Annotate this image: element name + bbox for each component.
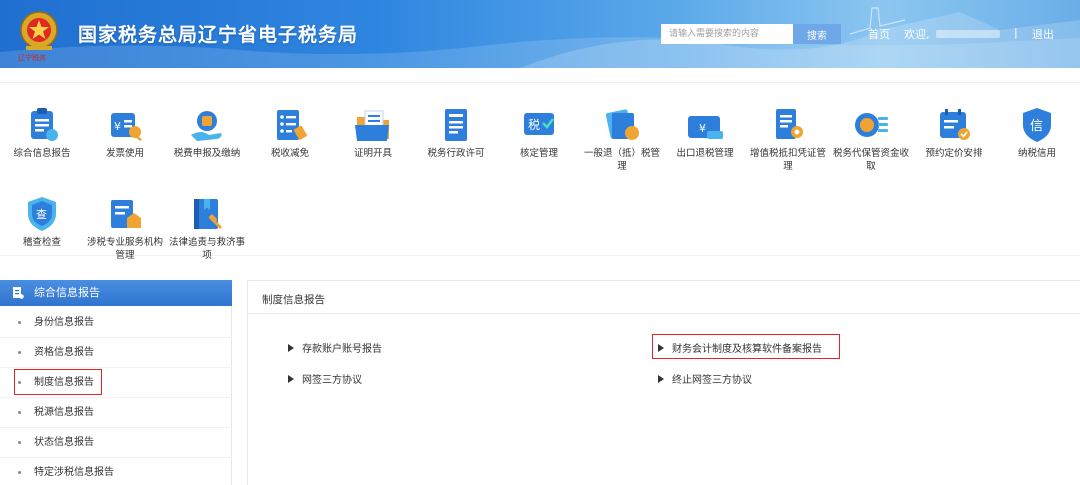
menu-label: 证明开具 [353, 148, 392, 159]
search-input[interactable] [661, 24, 793, 44]
report-doc-icon [13, 287, 24, 299]
service-agency-icon [111, 200, 141, 228]
sidebar-item-qualification-report[interactable]: 资格信息报告 [0, 338, 232, 368]
fund-custody-icon [855, 113, 888, 137]
credit-shield-icon: 信 [1023, 108, 1051, 142]
menu-item-invoice[interactable]: ¥ 发票使用 [83, 105, 167, 160]
svg-text:¥: ¥ [114, 120, 121, 133]
menu-item-tax-relief[interactable]: 税收减免 [248, 105, 332, 160]
menu-label: 涉税专业服务机构管理 [86, 237, 163, 261]
menu-label: 一般退（抵）税管理 [583, 148, 660, 172]
sidebar-item-label: 特定涉税信息报告 [34, 467, 114, 478]
site-title: 国家税务总局辽宁省电子税务局 [78, 24, 359, 46]
triangle-right-icon [288, 375, 294, 383]
menu-item-comprehensive-report[interactable]: 综合信息报告 [0, 105, 84, 160]
triangle-right-icon [658, 375, 664, 383]
content-title: 制度信息报告 [262, 294, 325, 306]
assessment-icon: 税 [524, 113, 554, 135]
menu-label: 稽查检查 [22, 237, 61, 248]
export-refund-icon: ¥ [688, 116, 723, 139]
menu-label: 综合信息报告 [13, 148, 71, 159]
vat-voucher-icon [776, 109, 803, 139]
menu-label: 法律追责与救济事项 [168, 237, 245, 261]
link-label: 存款账户账号报告 [302, 344, 382, 355]
menu-label: 税务代保管资金收取 [832, 148, 909, 172]
sidebar-item-label: 身份信息报告 [34, 317, 94, 328]
svg-text:信: 信 [1030, 119, 1043, 134]
link-label: 终止网签三方协议 [672, 375, 752, 386]
invoice-icon: ¥ [111, 113, 142, 142]
menu-item-vat-voucher[interactable]: 增值税抵扣凭证管理 [746, 105, 830, 173]
menu-label: 增值税抵扣凭证管理 [749, 148, 826, 172]
site-header: 辽宁税务 国家税务总局辽宁省电子税务局 搜索 首页 欢迎, | 退出 [0, 0, 1080, 68]
menu-label: 核定管理 [519, 148, 558, 159]
sidebar-item-tax-source-report[interactable]: 税源信息报告 [0, 398, 232, 428]
pricing-calendar-icon [940, 109, 970, 140]
home-link[interactable]: 首页 [868, 26, 890, 42]
svg-text:税: 税 [528, 118, 540, 132]
menu-item-legal-remedy[interactable]: 法律追责与救济事项 [165, 194, 249, 262]
menu-label: 税务行政许可 [427, 148, 485, 159]
menu-item-admin-license[interactable]: 税务行政许可 [414, 105, 498, 160]
menu-item-service-agency[interactable]: 涉税专业服务机构管理 [83, 194, 167, 262]
menu-label: 出口退税管理 [676, 148, 734, 159]
bullet-icon [18, 351, 21, 354]
inspection-shield-icon: 查 [28, 197, 56, 231]
menu-label: 预约定价安排 [925, 148, 983, 159]
sidebar-item-label: 状态信息报告 [34, 437, 94, 448]
sidebar-item-specific-tax-report[interactable]: 特定涉税信息报告 [0, 458, 232, 485]
clipboard-report-icon [31, 108, 58, 141]
svg-text:¥: ¥ [699, 122, 706, 135]
menu-label: 税费申报及缴纳 [173, 148, 241, 159]
sidebar-item-label: 资格信息报告 [34, 347, 94, 358]
menu-label: 纳税信用 [1017, 148, 1056, 159]
menu-item-export-refund[interactable]: ¥ 出口退税管理 [663, 105, 747, 160]
refund-icon [605, 109, 639, 140]
welcome-text: 欢迎, [904, 28, 930, 41]
svg-text:查: 查 [36, 207, 47, 221]
bullet-icon [18, 321, 21, 324]
username-redacted [936, 30, 1000, 38]
menu-item-inspection[interactable]: 查 稽查检查 [0, 194, 84, 249]
sidebar-item-label: 税源信息报告 [34, 407, 94, 418]
menu-item-certificate[interactable]: 证明开具 [331, 105, 415, 160]
triangle-right-icon [288, 344, 294, 352]
header-separator: | [1014, 26, 1018, 39]
content-divider [248, 313, 1080, 314]
link-terminate-tripartite-agreement[interactable]: 终止网签三方协议 [658, 371, 752, 386]
menu-item-pricing-arrangement[interactable]: 预约定价安排 [912, 105, 996, 160]
link-tripartite-agreement[interactable]: 网签三方协议 [288, 371, 362, 386]
selected-item-highlight [14, 369, 102, 395]
bullet-icon [18, 471, 21, 474]
menu-label: 税收减免 [270, 148, 309, 159]
logout-link[interactable]: 退出 [1032, 26, 1054, 42]
sidebar-header[interactable]: 综合信息报告 [0, 280, 232, 306]
menu-item-tax-declaration[interactable]: 税费申报及缴纳 [165, 105, 249, 160]
sidebar-title: 综合信息报告 [34, 286, 100, 299]
search-button[interactable]: 搜索 [793, 24, 841, 44]
tax-payment-icon [191, 111, 222, 141]
content-panel: 制度信息报告 存款账户账号报告 财务会计制度及核算软件备案报告 网签三方协议 终… [247, 280, 1080, 485]
bullet-icon [18, 411, 21, 414]
menu-label: 发票使用 [105, 148, 144, 159]
sidebar-item-status-report[interactable]: 状态信息报告 [0, 428, 232, 458]
sidebar-item-identity-report[interactable]: 身份信息报告 [0, 308, 232, 338]
link-label: 网签三方协议 [302, 375, 362, 386]
tax-relief-icon [277, 110, 307, 140]
menu-item-tax-credit[interactable]: 信 纳税信用 [995, 105, 1079, 160]
target-link-highlight [652, 334, 840, 359]
menu-item-general-refund[interactable]: 一般退（抵）税管理 [580, 105, 664, 173]
emblem-subtitle: 辽宁税务 [18, 54, 46, 62]
certificate-folder-icon [355, 110, 389, 141]
link-deposit-account-report[interactable]: 存款账户账号报告 [288, 340, 382, 355]
legal-book-icon [194, 199, 223, 230]
menu-item-assessment[interactable]: 税 核定管理 [497, 105, 581, 160]
menu-item-fund-custody[interactable]: 税务代保管资金收取 [829, 105, 913, 173]
admin-license-icon [445, 109, 467, 141]
bullet-icon [18, 441, 21, 444]
